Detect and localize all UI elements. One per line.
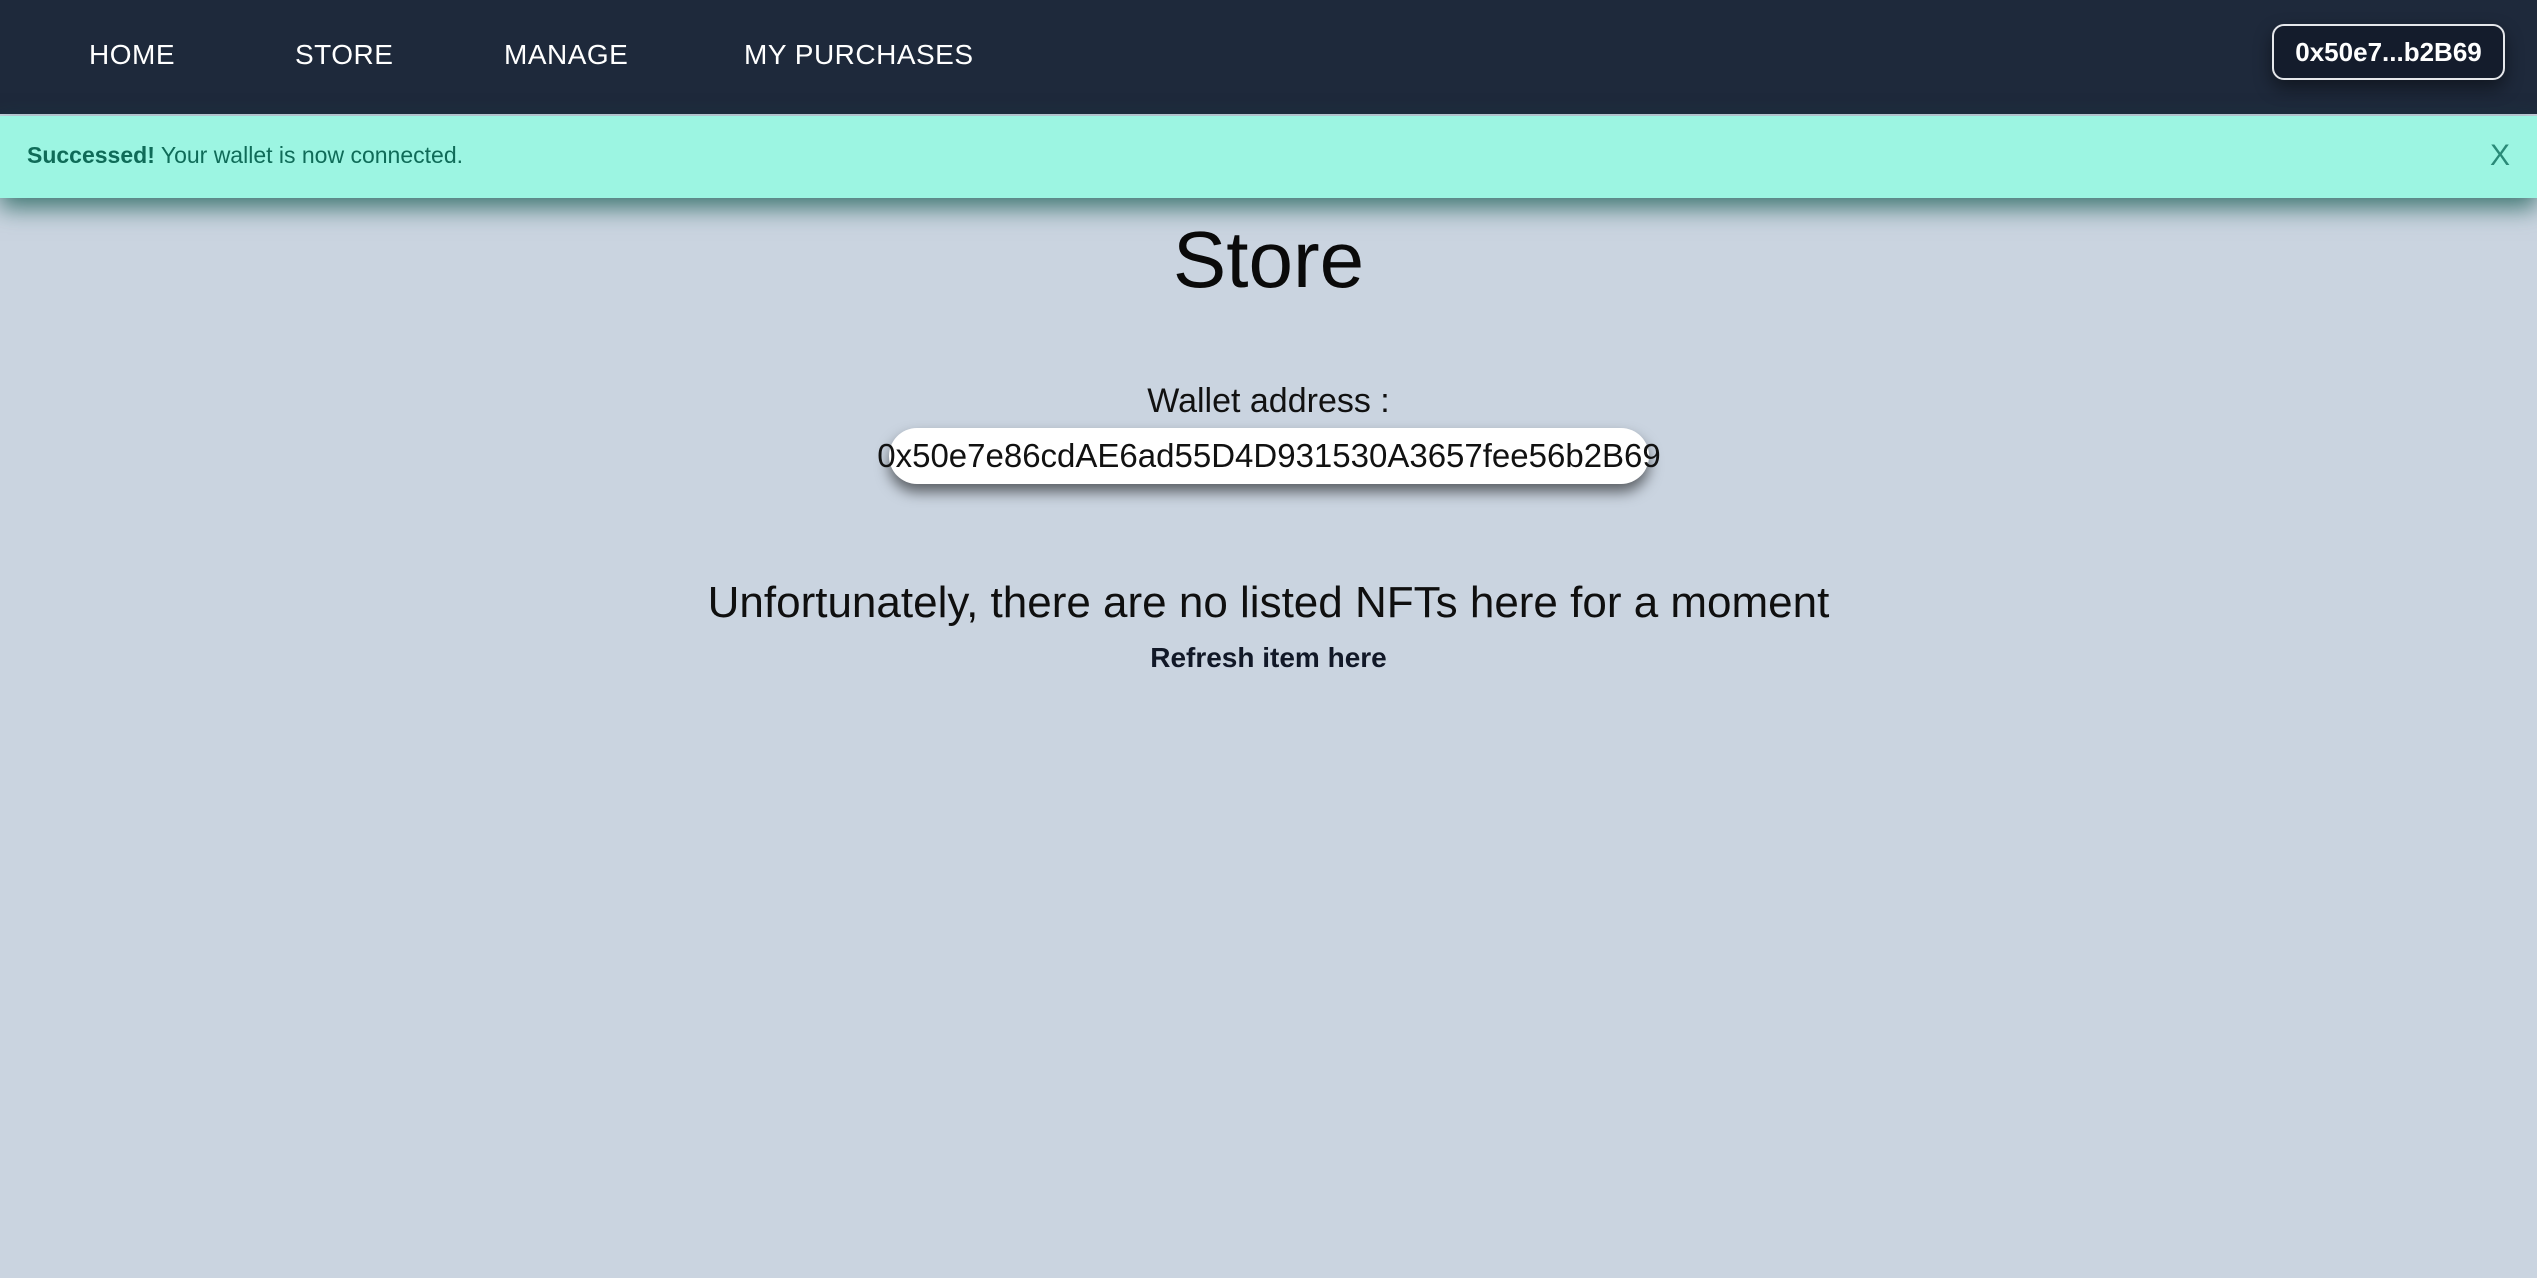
top-navbar: HOME STORE MANAGE MY PURCHASES 0x50e7...… bbox=[0, 0, 2537, 114]
alert-text: Successed! Your wallet is now connected. bbox=[27, 142, 463, 169]
page-title: Store bbox=[1172, 215, 1365, 304]
wallet-connect-button[interactable]: 0x50e7...b2B69 bbox=[2272, 24, 2505, 80]
close-icon[interactable]: X bbox=[2482, 136, 2518, 176]
wallet-address-label: Wallet address : bbox=[1147, 382, 1390, 420]
wallet-address-value: 0x50e7e86cdAE6ad55D4D931530A3657fee56b2B… bbox=[877, 428, 1661, 484]
nav-my-purchases-link[interactable]: MY PURCHASES bbox=[744, 38, 974, 72]
empty-state-message: Unfortunately, there are no listed NFTs … bbox=[707, 578, 1830, 627]
success-alert: Successed! Your wallet is now connected.… bbox=[0, 116, 2537, 198]
refresh-items-link[interactable]: Refresh item here bbox=[1150, 642, 1387, 673]
nav-manage-link[interactable]: MANAGE bbox=[504, 38, 628, 72]
nav-home-link[interactable]: HOME bbox=[89, 38, 175, 72]
nav-store-link[interactable]: STORE bbox=[295, 38, 393, 72]
alert-strong-text: Successed! bbox=[27, 142, 155, 168]
alert-message: Your wallet is now connected. bbox=[154, 142, 464, 168]
refresh-container: Refresh item here bbox=[0, 640, 2537, 676]
